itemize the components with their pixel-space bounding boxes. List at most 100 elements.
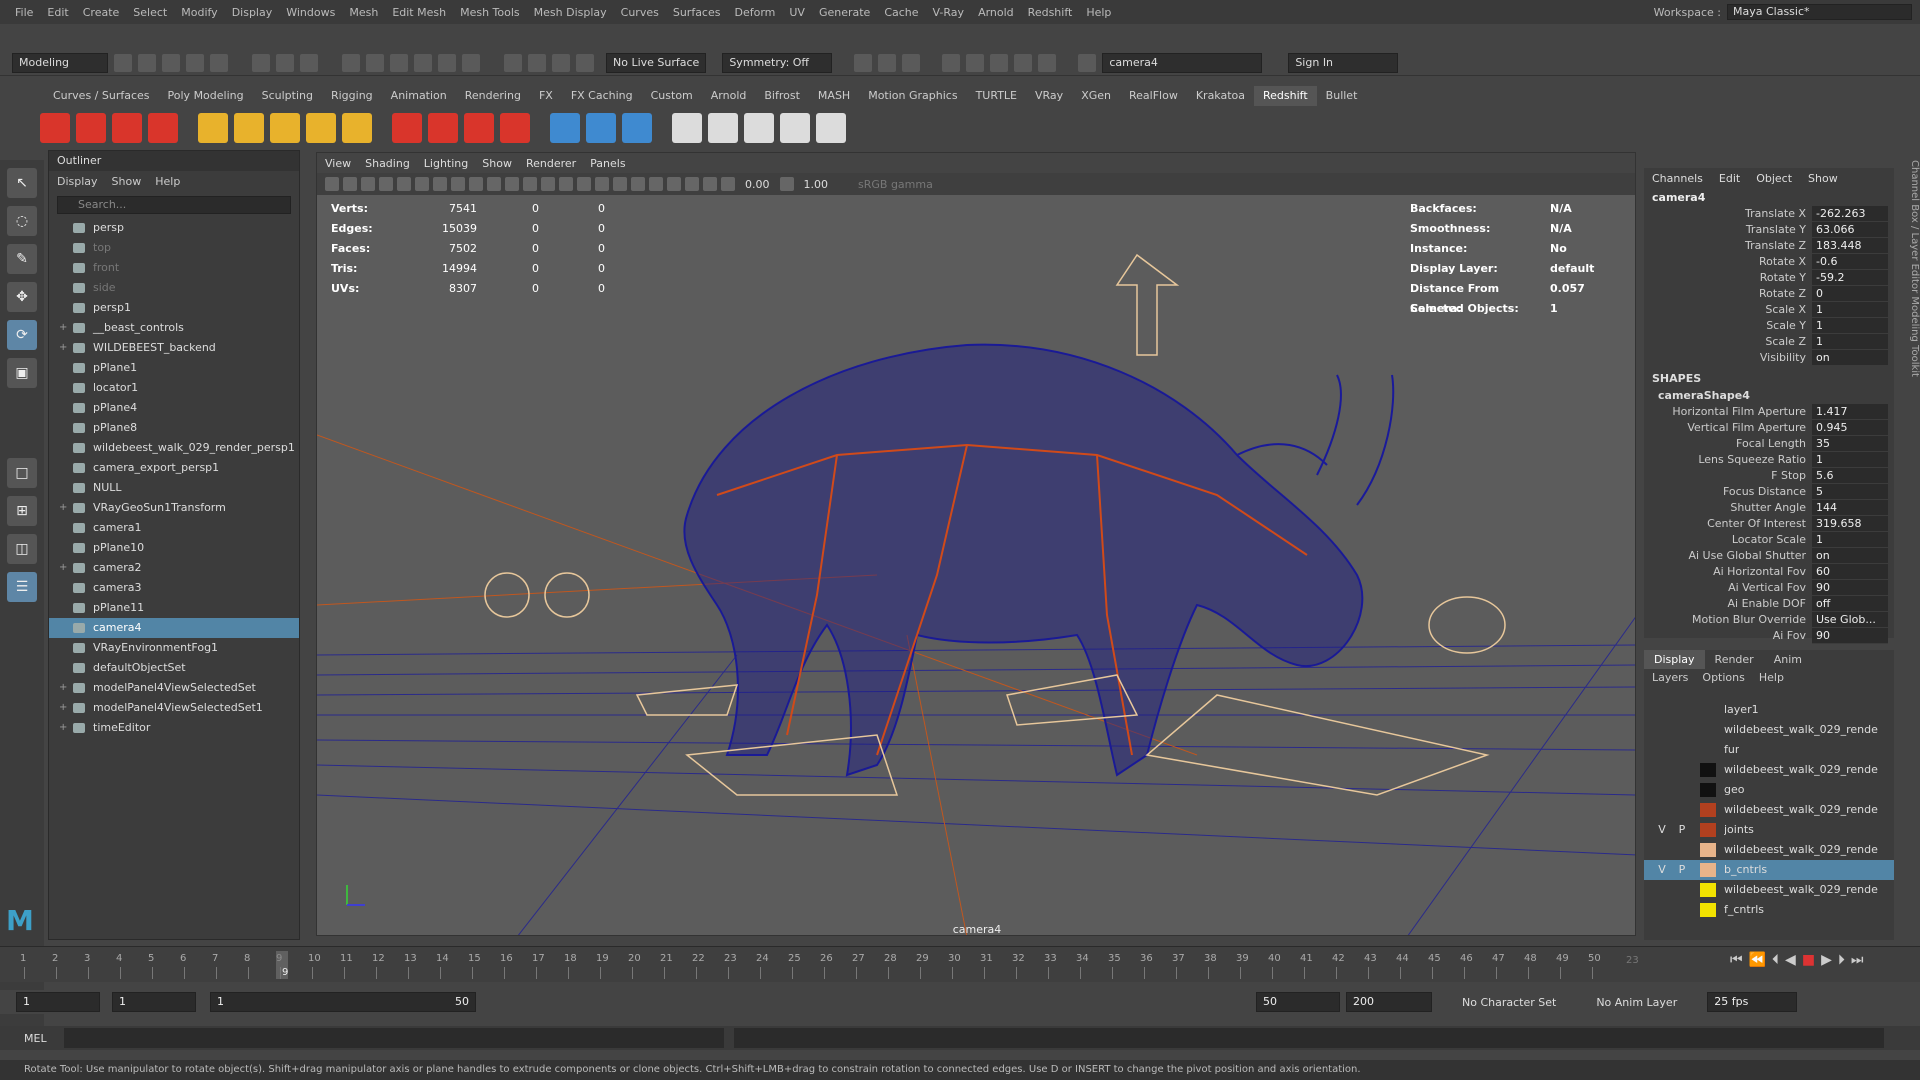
motion-blur-icon[interactable] xyxy=(613,177,627,191)
side-panel-tabs[interactable]: Channel Box / Layer Editor Modeling Tool… xyxy=(1900,160,1920,460)
layer-color-swatch[interactable] xyxy=(1700,843,1716,857)
two-pane-layout-icon[interactable]: ◫ xyxy=(7,534,37,564)
xray-components-icon[interactable] xyxy=(703,177,717,191)
viewport-menu-item[interactable]: Renderer xyxy=(526,157,576,170)
xray-icon[interactable] xyxy=(667,177,681,191)
layer-color-swatch[interactable] xyxy=(1700,903,1716,917)
channel-name[interactable]: Translate Z xyxy=(1644,238,1812,254)
channel-value-field[interactable]: 90 xyxy=(1812,628,1888,644)
outliner-item[interactable]: + VRayGeoSun1Transform xyxy=(49,498,299,518)
shelf-tab[interactable]: Redshift xyxy=(1254,86,1317,106)
lock-icon[interactable] xyxy=(462,53,480,72)
outliner-item[interactable]: side xyxy=(49,278,299,298)
menu-item[interactable]: Mesh xyxy=(342,6,385,19)
command-language-label[interactable]: MEL xyxy=(24,1032,54,1045)
shelf-tab[interactable]: Poly Modeling xyxy=(159,86,253,106)
outliner-item[interactable]: pPlane11 xyxy=(49,598,299,618)
outliner-search-input[interactable]: Search... xyxy=(57,196,291,214)
symmetry-dropdown[interactable]: Symmetry: Off xyxy=(722,52,833,73)
channel-value-field[interactable]: -59.2 xyxy=(1812,270,1888,286)
shelf-tool-icon[interactable] xyxy=(586,113,616,143)
outliner-item[interactable]: top xyxy=(49,238,299,258)
shelf-tool-icon[interactable] xyxy=(270,113,300,143)
channel-name[interactable]: Rotate Y xyxy=(1644,270,1812,286)
shelf-tool-icon[interactable] xyxy=(550,113,580,143)
step-forward-frame-icon[interactable]: ⏵ xyxy=(1838,952,1845,968)
redo-icon[interactable] xyxy=(210,53,228,72)
channel-value-field[interactable]: -262.263 xyxy=(1812,206,1888,222)
expand-toggle[interactable]: + xyxy=(59,698,73,718)
step-back-frame-icon[interactable]: ⏴ xyxy=(1772,952,1779,968)
layer-playback-toggle[interactable]: P xyxy=(1672,860,1692,880)
outliner-item[interactable]: persp1 xyxy=(49,298,299,318)
construction-history-icon[interactable] xyxy=(576,53,594,72)
sign-in-button[interactable]: Sign In xyxy=(1288,52,1399,73)
lights-icon[interactable] xyxy=(559,177,573,191)
layer-menu-item[interactable]: Help xyxy=(1759,671,1784,684)
output-ops-icon[interactable] xyxy=(552,53,570,72)
channel-value-field[interactable]: 63.066 xyxy=(1812,222,1888,238)
play-backwards-icon[interactable]: ◀ xyxy=(1785,952,1796,968)
layer-tab[interactable]: Display xyxy=(1644,650,1705,669)
light-editor-icon[interactable] xyxy=(1014,53,1033,72)
textured-icon[interactable] xyxy=(541,177,555,191)
anti-aliasing-icon[interactable] xyxy=(631,177,645,191)
move-tool-icon[interactable]: ✥ xyxy=(7,282,37,312)
shelf-tool-icon[interactable] xyxy=(112,113,142,143)
menu-item[interactable]: Redshift xyxy=(1021,6,1080,19)
undo-icon[interactable] xyxy=(186,53,204,72)
channel-value-field[interactable]: 1 xyxy=(1812,334,1888,350)
expand-toggle[interactable]: + xyxy=(59,318,73,338)
channel-value-field[interactable]: on xyxy=(1812,548,1888,564)
color-space-dropdown[interactable]: sRGB gamma xyxy=(858,178,933,191)
layer-menu-item[interactable]: Layers xyxy=(1652,671,1688,684)
outliner-item[interactable]: VRayEnvironmentFog1 xyxy=(49,638,299,658)
anim-layer-dropdown[interactable]: No Anim Layer xyxy=(1596,996,1677,1009)
shelf-tab[interactable]: MASH xyxy=(809,86,859,106)
menu-item[interactable]: Mesh Display xyxy=(527,6,614,19)
menu-item[interactable]: Display xyxy=(225,6,280,19)
outliner-item[interactable]: camera_export_persp1 xyxy=(49,458,299,478)
channel-name[interactable]: Shutter Angle xyxy=(1644,500,1812,516)
viewport-menu-item[interactable]: Show xyxy=(482,157,512,170)
camera-select-icon[interactable] xyxy=(1078,53,1097,72)
go-to-start-icon[interactable]: ⏮ xyxy=(1730,952,1743,968)
snap-point-icon[interactable] xyxy=(390,53,408,72)
layer-color-swatch[interactable] xyxy=(1700,763,1716,777)
channel-value-field[interactable]: 60 xyxy=(1812,564,1888,580)
viewport-menu-item[interactable]: Shading xyxy=(365,157,410,170)
outliner-item[interactable]: pPlane8 xyxy=(49,418,299,438)
channel-name[interactable]: Vertical Film Aperture xyxy=(1644,420,1812,436)
channel-name[interactable]: Focal Length xyxy=(1644,436,1812,452)
channel-name[interactable]: Translate X xyxy=(1644,206,1812,222)
outliner-item[interactable]: camera4 xyxy=(49,618,299,638)
layer-color-swatch[interactable] xyxy=(1700,783,1716,797)
lasso-tool-icon[interactable]: ◌ xyxy=(7,206,37,236)
outliner-item[interactable]: defaultObjectSet xyxy=(49,658,299,678)
safe-title-icon[interactable] xyxy=(487,177,501,191)
outliner-item[interactable]: + WILDEBEEST_backend xyxy=(49,338,299,358)
channel-name[interactable]: Ai Use Global Shutter xyxy=(1644,548,1812,564)
animation-end-field[interactable]: 200 xyxy=(1346,992,1432,1012)
render-frame-icon[interactable] xyxy=(878,53,897,72)
xray-joints-icon[interactable] xyxy=(685,177,699,191)
menu-item[interactable]: Edit Mesh xyxy=(385,6,453,19)
menu-item[interactable]: Select xyxy=(126,6,174,19)
channel-name[interactable]: Visibility xyxy=(1644,350,1812,366)
layer-color-swatch[interactable] xyxy=(1700,803,1716,817)
channel-name[interactable]: F Stop xyxy=(1644,468,1812,484)
shelf-tool-icon[interactable] xyxy=(500,113,530,143)
shelf-tool-icon[interactable] xyxy=(744,113,774,143)
menu-item[interactable]: Mesh Tools xyxy=(453,6,527,19)
menu-item[interactable]: File xyxy=(8,6,40,19)
outliner-item[interactable]: camera1 xyxy=(49,518,299,538)
rotate-tool-icon[interactable]: ⟳ xyxy=(7,320,37,350)
camera-attributes-icon[interactable] xyxy=(325,177,339,191)
channel-value-field[interactable]: -0.6 xyxy=(1812,254,1888,270)
channel-value-field[interactable]: 35 xyxy=(1812,436,1888,452)
channel-name[interactable]: Translate Y xyxy=(1644,222,1812,238)
menu-item[interactable]: Curves xyxy=(614,6,666,19)
shelf-tab[interactable]: RealFlow xyxy=(1120,86,1187,106)
channel-name[interactable]: Lens Squeeze Ratio xyxy=(1644,452,1812,468)
resolution-gate-icon[interactable] xyxy=(415,177,429,191)
